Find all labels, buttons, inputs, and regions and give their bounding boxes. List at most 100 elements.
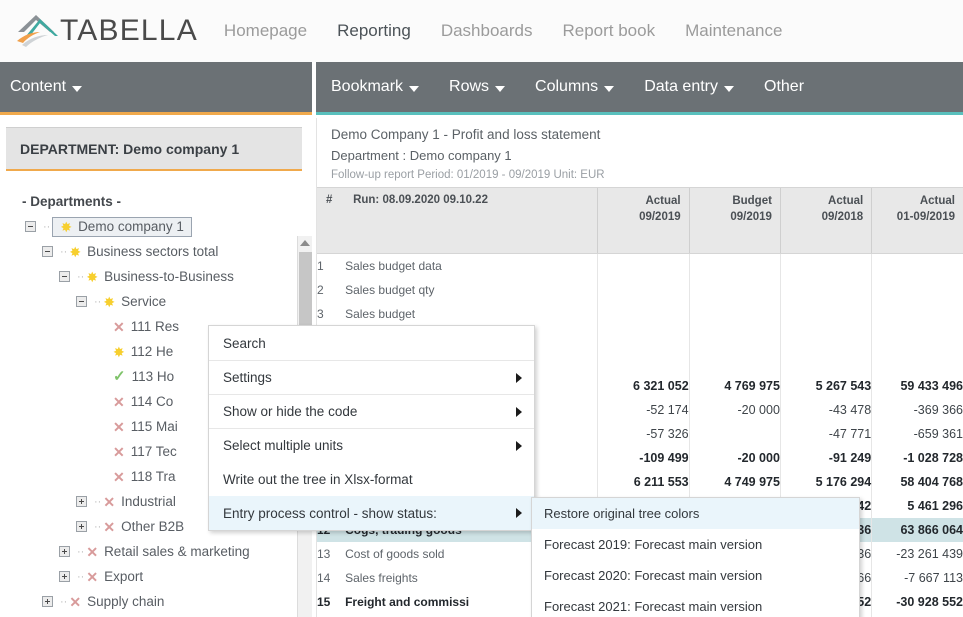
toolbar-rows-button[interactable]: Rows	[434, 62, 520, 112]
tree-node[interactable]: ·· ✸ Service	[0, 289, 312, 314]
expand-node-icon[interactable]	[76, 496, 87, 507]
row-value[interactable]	[688, 349, 781, 374]
tree-node[interactable]: ·· ✸ Business sectors total	[0, 239, 312, 264]
submenu-item[interactable]: Forecast 2020: Forecast main version	[532, 560, 859, 591]
row-value[interactable]: 63 866 064	[871, 517, 963, 542]
row-value[interactable]	[688, 277, 781, 302]
row-value[interactable]: 59 433 496	[871, 373, 963, 398]
scroll-up-arrow-icon[interactable]	[300, 240, 310, 246]
row-value[interactable]	[779, 325, 872, 350]
row-value[interactable]	[597, 325, 690, 350]
nav-item-maintenance[interactable]: Maintenance	[685, 21, 782, 41]
row-value[interactable]	[779, 349, 872, 374]
row-value[interactable]: -57 326	[597, 421, 690, 446]
tree-node-content: ✕ Industrial	[103, 494, 176, 509]
row-value[interactable]	[688, 301, 781, 326]
column-header-index[interactable]: #	[317, 187, 346, 254]
row-value[interactable]: -43 478	[779, 397, 872, 422]
collapse-node-icon[interactable]	[42, 246, 53, 257]
collapse-node-icon[interactable]	[59, 271, 70, 282]
context-menu-item[interactable]: Settings	[209, 360, 534, 394]
submenu-item[interactable]: Forecast 2021: Forecast main version	[532, 591, 859, 617]
row-value[interactable]: -20 000	[688, 445, 781, 470]
row-value[interactable]: -20 000	[688, 397, 781, 422]
row-value[interactable]: -23 261 439	[871, 541, 963, 566]
row-value[interactable]: 6 211 553	[597, 469, 690, 494]
table-row[interactable]: 2 Sales budget qty	[317, 277, 963, 302]
context-menu-item[interactable]: Show or hide the code	[209, 394, 534, 428]
row-value[interactable]	[779, 301, 872, 326]
expand-node-icon[interactable]	[42, 596, 53, 607]
toolbar-data-entry-button[interactable]: Data entry	[629, 62, 749, 112]
row-value[interactable]: -1 028 728	[871, 445, 963, 470]
tree-node[interactable]: ·· ✸ Demo company 1	[0, 214, 312, 239]
row-value[interactable]: 4 749 975	[688, 469, 781, 494]
row-value[interactable]	[597, 277, 690, 302]
toolbar-bookmark-button[interactable]: Bookmark	[316, 62, 434, 112]
row-value[interactable]	[871, 349, 963, 374]
column-header-actual-01-09-2019[interactable]: Actual 01-09/2019	[871, 187, 963, 254]
row-value[interactable]: -1 305 538	[871, 613, 963, 617]
row-value[interactable]	[779, 277, 872, 302]
context-menu-item[interactable]: Select multiple units	[209, 428, 534, 462]
row-value[interactable]: -30 928 552	[871, 589, 963, 614]
row-value[interactable]: 6 321 052	[597, 373, 690, 398]
column-header-actual-09-2018[interactable]: Actual 09/2018	[779, 187, 872, 254]
row-value[interactable]	[779, 253, 872, 278]
row-value[interactable]: -47 771	[779, 421, 872, 446]
column-header-budget-09-2019[interactable]: Budget 09/2019	[688, 187, 781, 254]
row-value[interactable]: -369 366	[871, 397, 963, 422]
nav-item-dashboards[interactable]: Dashboards	[441, 21, 533, 41]
context-menu-item[interactable]: Entry process control - show status:	[209, 496, 534, 530]
row-value[interactable]: -52 174	[597, 397, 690, 422]
column-header-actual-09-2019[interactable]: Actual 09/2019	[597, 187, 690, 254]
row-value[interactable]: -659 361	[871, 421, 963, 446]
row-value[interactable]	[688, 421, 781, 446]
row-value[interactable]	[688, 325, 781, 350]
row-value[interactable]: -109 499	[597, 445, 690, 470]
scrollbar-thumb[interactable]	[299, 252, 312, 330]
table-row[interactable]: 3 Sales budget	[317, 301, 963, 326]
nav-item-reporting[interactable]: Reporting	[337, 21, 411, 41]
table-row[interactable]: 1 Sales budget data	[317, 253, 963, 278]
nav-item-homepage[interactable]: Homepage	[224, 21, 307, 41]
submenu-item[interactable]: Restore original tree colors	[532, 498, 859, 529]
collapse-node-icon[interactable]	[25, 221, 36, 232]
cross-icon: ✕	[113, 393, 125, 410]
content-menu-button[interactable]: Content	[0, 62, 97, 112]
collapse-node-icon[interactable]	[76, 296, 87, 307]
context-menu-item[interactable]: Write out the tree in Xlsx-format	[209, 462, 534, 496]
toolbar-columns-button[interactable]: Columns	[520, 62, 629, 112]
row-value[interactable]: 58 404 768	[871, 469, 963, 494]
toolbar-other-button[interactable]: Other	[749, 62, 819, 112]
row-value[interactable]	[597, 349, 690, 374]
nav-item-report-book[interactable]: Report book	[562, 21, 655, 41]
row-value[interactable]	[871, 301, 963, 326]
row-value[interactable]	[871, 325, 963, 350]
expand-node-icon[interactable]	[59, 571, 70, 582]
row-value[interactable]: 4 769 975	[688, 373, 781, 398]
context-menu-item[interactable]: Search	[209, 326, 534, 360]
row-value[interactable]: 5 176 294	[779, 469, 872, 494]
tree-node[interactable]: ·· ✕ Supply chain	[0, 589, 312, 614]
row-value[interactable]	[871, 253, 963, 278]
expand-node-icon[interactable]	[76, 521, 87, 532]
tree-node[interactable]: ·· ✕ Export	[0, 564, 312, 589]
logo[interactable]: TABELLA	[14, 10, 198, 52]
row-value[interactable]	[871, 277, 963, 302]
tree-node[interactable]: ·· ✸ Business-to-Business	[0, 264, 312, 289]
star-icon: ✸	[69, 243, 82, 260]
row-value[interactable]: -91 249	[779, 445, 872, 470]
tree-node-content: ✸ 112 He	[113, 344, 173, 359]
row-value[interactable]: 5 267 543	[779, 373, 872, 398]
column-header-run[interactable]: Run: 08.09.2020 09.10.22	[345, 187, 598, 254]
row-value[interactable]	[597, 301, 690, 326]
row-value[interactable]: -7 667 113	[871, 565, 963, 590]
row-value[interactable]: 5 461 296	[871, 493, 963, 518]
tree-node[interactable]: ·· ✕ Retail sales & marketing	[0, 539, 312, 564]
column-header-line1: Actual	[645, 195, 681, 207]
row-value[interactable]	[688, 253, 781, 278]
submenu-item[interactable]: Forecast 2019: Forecast main version	[532, 529, 859, 560]
row-value[interactable]	[597, 253, 690, 278]
expand-node-icon[interactable]	[59, 546, 70, 557]
